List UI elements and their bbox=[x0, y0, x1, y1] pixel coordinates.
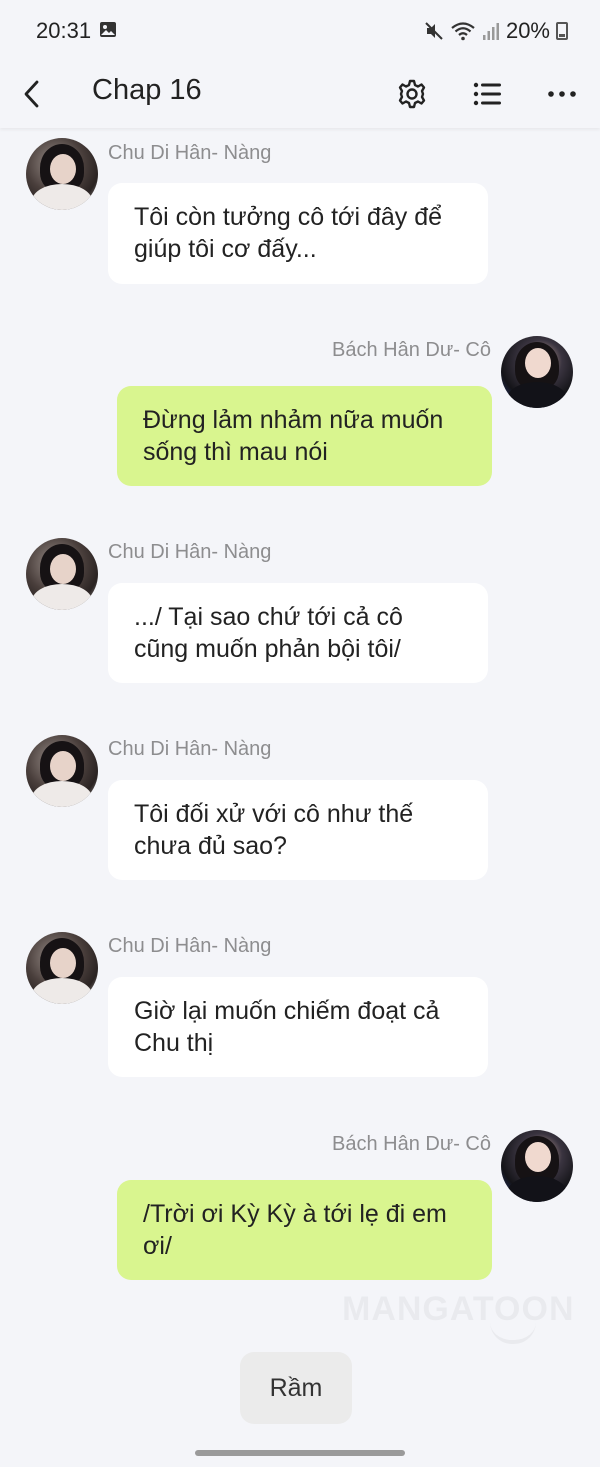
avatar-face bbox=[525, 348, 551, 378]
chat-bubble: Tôi còn tưởng cô tới đây để giúp tôi cơ … bbox=[108, 183, 488, 284]
chat-bubble: .../ Tại sao chứ tới cả cô cũng muốn phả… bbox=[108, 583, 488, 683]
watermark: MANGATOON bbox=[342, 1290, 575, 1329]
avatar-body bbox=[32, 584, 92, 610]
more-options-button[interactable] bbox=[540, 72, 584, 116]
author-name: Bách Hân Dư- Cô bbox=[331, 1133, 491, 1155]
chapter-list-button[interactable] bbox=[465, 72, 509, 116]
sound-effect-bubble: Rầm bbox=[240, 1352, 352, 1424]
signal-icon bbox=[482, 23, 499, 40]
avatar[interactable] bbox=[26, 932, 98, 1004]
avatar-body bbox=[32, 978, 92, 1004]
home-indicator[interactable] bbox=[195, 1450, 405, 1456]
author-name: Chu Di Hân- Nàng bbox=[108, 142, 272, 164]
avatar[interactable] bbox=[26, 735, 98, 807]
settings-button[interactable] bbox=[390, 72, 434, 116]
avatar-body bbox=[507, 1176, 567, 1202]
battery-icon bbox=[556, 22, 568, 40]
avatar-face bbox=[525, 1142, 551, 1172]
chapter-title: Chap 16 bbox=[92, 74, 202, 106]
watermark-smile bbox=[490, 1322, 536, 1344]
avatar-body bbox=[32, 184, 92, 210]
avatar-face bbox=[50, 554, 76, 584]
author-name: Chu Di Hân- Nàng bbox=[108, 935, 272, 957]
gear-icon bbox=[398, 79, 426, 109]
avatar[interactable] bbox=[26, 138, 98, 210]
back-button[interactable] bbox=[12, 72, 52, 116]
mute-icon bbox=[425, 22, 443, 40]
more-horizontal-icon bbox=[548, 91, 576, 97]
avatar-face bbox=[50, 948, 76, 978]
chevron-left-icon bbox=[24, 80, 39, 108]
list-icon bbox=[473, 82, 501, 106]
chat-bubble: Đừng lảm nhảm nữa muốn sống thì mau nói bbox=[117, 386, 492, 486]
wifi-icon bbox=[451, 22, 475, 41]
avatar-face bbox=[50, 154, 76, 184]
battery-percent: 20% bbox=[505, 18, 550, 43]
chat-bubble: /Trời ơi Kỳ Kỳ à tới lẹ đi em ơi/ bbox=[117, 1180, 492, 1280]
avatar[interactable] bbox=[26, 538, 98, 610]
author-name: Bách Hân Dư- Cô bbox=[331, 339, 491, 361]
author-name: Chu Di Hân- Nàng bbox=[108, 738, 272, 760]
chat-bubble: Tôi đối xử với cô như thế chưa đủ sao? bbox=[108, 780, 488, 880]
status-right: 20% bbox=[424, 18, 568, 44]
avatar[interactable] bbox=[501, 336, 573, 408]
gallery-notification-icon bbox=[100, 22, 116, 37]
status-time: 20:31 bbox=[36, 18, 92, 43]
avatar[interactable] bbox=[501, 1130, 573, 1202]
avatar-body bbox=[32, 781, 92, 807]
avatar-face bbox=[50, 751, 76, 781]
status-bar: 20:31 20% bbox=[0, 0, 600, 62]
top-toolbar: Chap 16 bbox=[0, 62, 600, 128]
author-name: Chu Di Hân- Nàng bbox=[108, 541, 272, 563]
avatar-body bbox=[507, 382, 567, 408]
chat-bubble: Giờ lại muốn chiếm đoạt cả Chu thị bbox=[108, 977, 488, 1077]
